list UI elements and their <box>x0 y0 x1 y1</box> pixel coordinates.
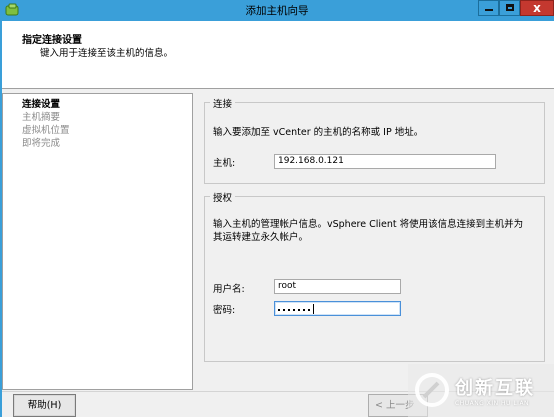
username-input[interactable]: root <box>274 279 401 294</box>
close-button[interactable]: x <box>520 0 554 16</box>
password-mask <box>278 309 312 311</box>
connection-group: 连接 输入要添加至 vCenter 的主机的名称或 IP 地址。 主机: 192… <box>204 96 545 184</box>
page-subtitle: 键入用于连接至该主机的信息。 <box>40 48 174 59</box>
connection-legend: 连接 <box>210 96 236 110</box>
maximize-button[interactable] <box>499 0 520 16</box>
password-label: 密码: <box>213 305 236 316</box>
maximize-icon <box>506 4 514 11</box>
minimize-icon <box>485 9 493 11</box>
help-button[interactable]: 帮助(H) <box>13 394 76 417</box>
page-title: 指定连接设置 <box>22 35 82 46</box>
text-caret <box>313 304 314 314</box>
watermark-text: 创新互联 <box>455 378 535 399</box>
nav-item-ready-to-complete: 即将完成 <box>22 138 61 149</box>
nav-item-vm-location: 虚拟机位置 <box>22 125 70 136</box>
wizard-header: 指定连接设置 键入用于连接至该主机的信息。 <box>2 21 554 89</box>
close-icon: x <box>533 1 541 15</box>
minimize-button[interactable] <box>478 0 499 16</box>
nav-item-host-summary: 主机摘要 <box>22 112 61 123</box>
host-label: 主机: <box>213 158 236 169</box>
authorization-description-line1: 输入主机的管理帐户信息。vSphere Client 将使用该信息连接到主机并为 <box>213 219 524 230</box>
authorization-legend: 授权 <box>210 190 236 204</box>
window-title: 添加主机向导 <box>245 5 309 17</box>
wizard-steps-nav: 连接设置 主机摘要 虚拟机位置 即将完成 <box>2 93 193 390</box>
nav-item-connection-settings[interactable]: 连接设置 <box>22 96 60 110</box>
authorization-group: 授权 输入主机的管理帐户信息。vSphere Client 将使用该信息连接到主… <box>204 190 545 362</box>
authorization-description-line2: 其运转建立永久帐户。 <box>213 232 309 243</box>
host-input[interactable]: 192.168.0.121 <box>274 154 496 169</box>
watermark-subtext: CHUANG XIN HU LIAN <box>455 400 530 407</box>
username-label: 用户名: <box>213 284 245 295</box>
password-input[interactable]: ******* <box>274 301 401 316</box>
connection-description: 输入要添加至 vCenter 的主机的名称或 IP 地址。 <box>213 127 424 138</box>
